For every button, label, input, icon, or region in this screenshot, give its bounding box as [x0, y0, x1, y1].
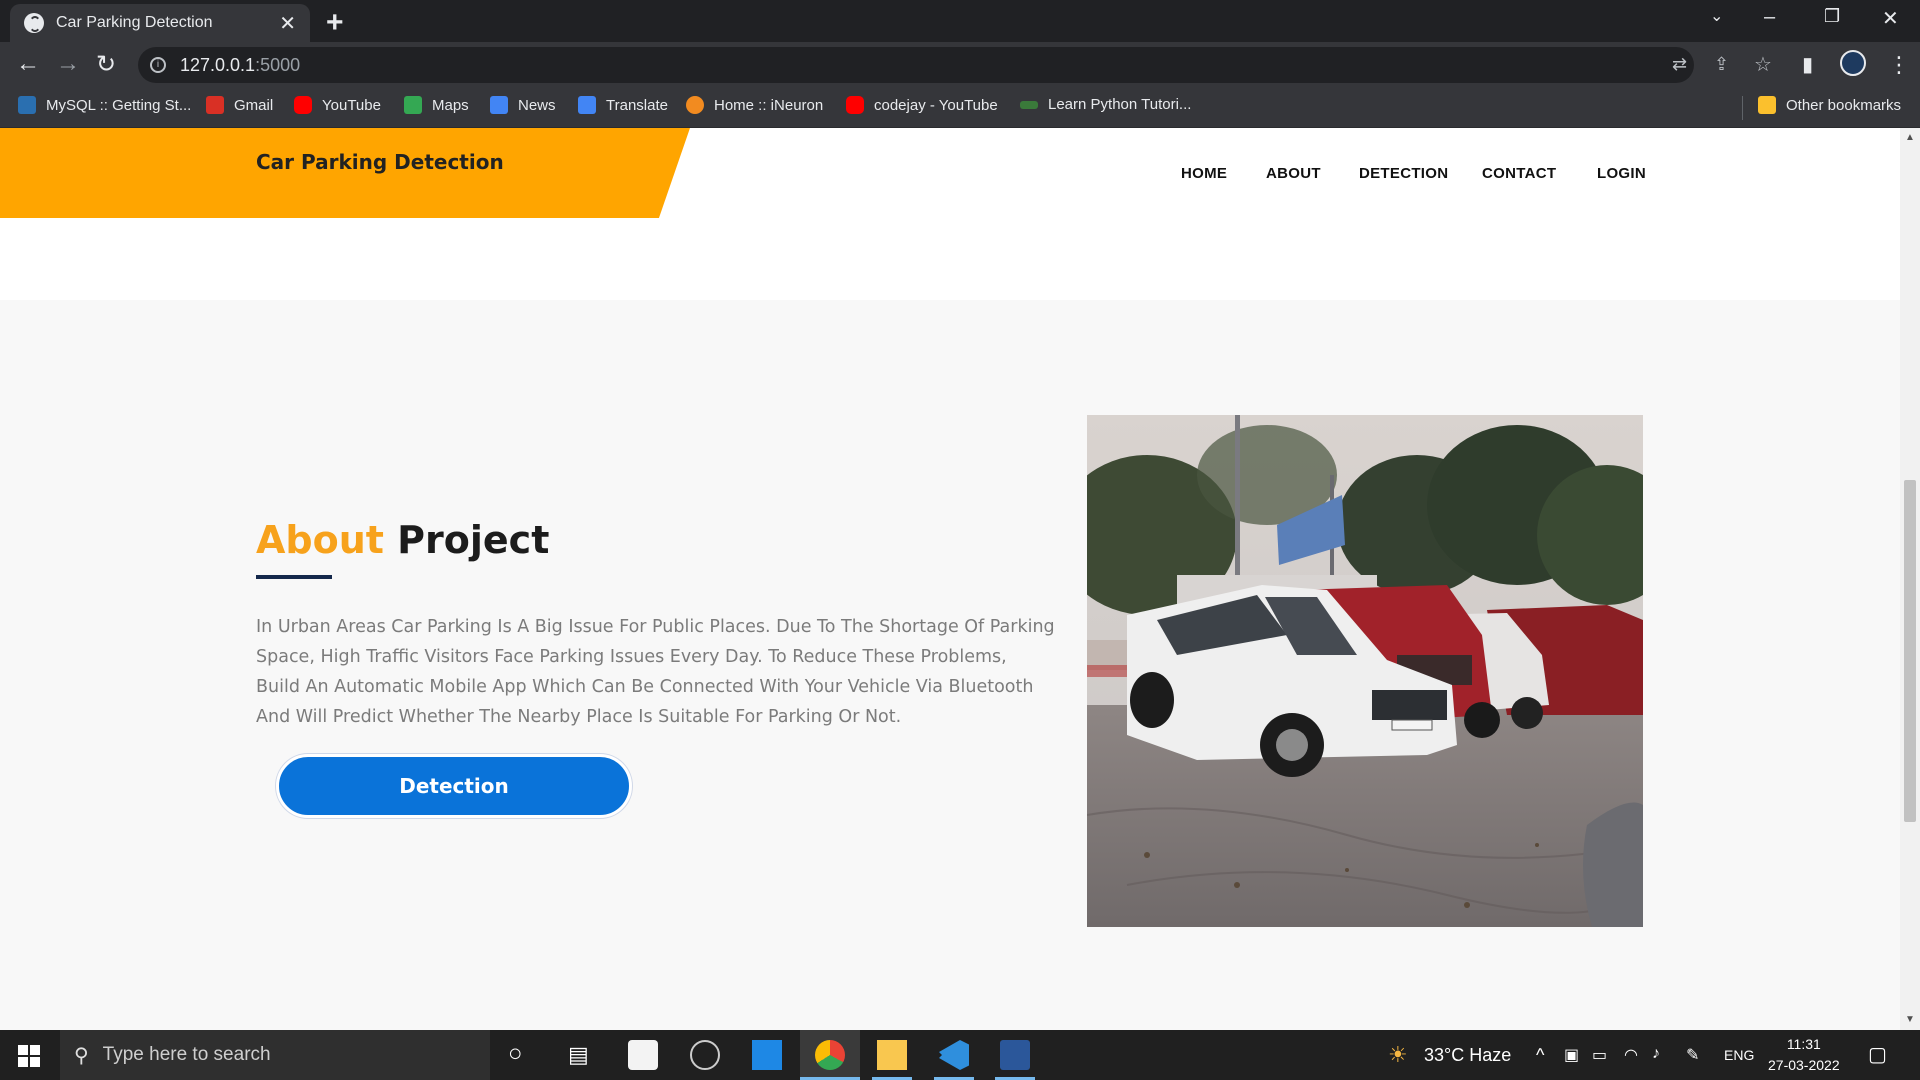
nav-detection[interactable]: DETECTION [1359, 165, 1448, 182]
nav-about[interactable]: ABOUT [1266, 165, 1321, 182]
restore-icon[interactable]: ❐ [1824, 6, 1840, 27]
close-tab-icon[interactable]: ✕ [279, 11, 296, 36]
minimize-icon[interactable]: – [1764, 6, 1775, 29]
maps-icon [404, 96, 422, 114]
new-tab-icon[interactable]: + [326, 6, 344, 40]
bookmark-youtube[interactable]: YouTube [294, 96, 381, 114]
mail-icon[interactable] [752, 1040, 782, 1070]
header-spacer [0, 218, 1900, 300]
clock-time: 11:31 [1786, 1036, 1821, 1052]
task-view-icon[interactable]: ▤ [568, 1042, 589, 1068]
site-header: Car Parking Detection HOME ABOUT DETECTI… [0, 128, 1900, 218]
taskbar-search[interactable]: ⚲ Type here to search [60, 1030, 490, 1080]
mysql-icon [18, 96, 36, 114]
bookmark-ineuron[interactable]: Home :: iNeuron [686, 96, 823, 114]
python-icon [1020, 100, 1038, 109]
back-icon[interactable]: ← [16, 50, 40, 78]
volume-icon[interactable]: ♪ [1652, 1045, 1660, 1063]
bookmark-gmail[interactable]: Gmail [206, 96, 273, 114]
notification-icon[interactable]: ▢ [1868, 1042, 1887, 1067]
browser-toolbar: ← → ↻ i 127.0.0.1:5000 ⇄ [0, 42, 1920, 88]
youtube-icon [294, 96, 312, 114]
bookmark-news[interactable]: News [490, 96, 556, 114]
bookmark-learn-python[interactable]: Learn Python Tutori... [1020, 96, 1191, 113]
info-icon[interactable]: i [150, 57, 166, 73]
windows-start-icon[interactable] [18, 1045, 40, 1067]
bookmark-translate[interactable]: Translate [578, 96, 668, 114]
search-icon: ⚲ [74, 1044, 89, 1067]
pen-icon[interactable]: ✎ [1686, 1045, 1699, 1065]
bookmark-star-icon[interactable]: ☆ [1754, 52, 1772, 77]
dell-icon[interactable] [690, 1040, 720, 1070]
news-icon [490, 96, 508, 114]
tab-car-parking[interactable]: Car Parking Detection ✕ [10, 4, 310, 42]
site-brand[interactable]: Car Parking Detection [256, 150, 504, 174]
forward-icon[interactable]: → [56, 50, 80, 78]
menu-icon[interactable]: ⋮ [1888, 52, 1910, 78]
chevron-down-icon[interactable]: ⌄ [1710, 6, 1723, 26]
about-heading: About Project [256, 518, 550, 562]
windows-taskbar: ⚲ Type here to search ○ ▤ ☀ 33°C Haze ^ … [0, 1030, 1920, 1080]
heading-underline [256, 575, 332, 579]
other-bookmarks[interactable]: Other bookmarks [1758, 96, 1901, 114]
address-bar[interactable]: i 127.0.0.1:5000 [138, 47, 1694, 83]
bookmark-maps[interactable]: Maps [404, 96, 469, 114]
url-text: 127.0.0.1:5000 [180, 54, 301, 75]
profile-avatar[interactable] [1840, 50, 1866, 76]
folder-icon [1758, 96, 1776, 114]
translate-icon[interactable]: ⇄ [1672, 54, 1687, 75]
web-page: Car Parking Detection HOME ABOUT DETECTI… [0, 128, 1900, 1030]
nav-contact[interactable]: CONTACT [1482, 165, 1556, 182]
browser-tab-bar: Car Parking Detection ✕ + ⌄ – ❐ ✕ [0, 0, 1920, 42]
page-scrollbar[interactable]: ▲ ▼ [1900, 128, 1920, 1030]
scroll-up-icon[interactable]: ▲ [1905, 132, 1915, 143]
scroll-thumb[interactable] [1904, 480, 1916, 822]
clock-date: 27-03-2022 [1768, 1057, 1840, 1073]
file-explorer-icon[interactable] [877, 1040, 907, 1070]
tab-title: Car Parking Detection [56, 14, 213, 31]
parking-lot-image [1087, 415, 1643, 927]
bookmark-codejay[interactable]: codejay - YouTube [846, 96, 998, 114]
side-panel-icon[interactable]: ▮ [1802, 52, 1813, 77]
chevron-up-icon[interactable]: ^ [1536, 1045, 1544, 1066]
chrome-icon[interactable] [815, 1040, 845, 1070]
detection-button[interactable]: Detection [276, 754, 632, 818]
word-icon[interactable] [1000, 1040, 1030, 1070]
share-icon[interactable]: ⇪ [1714, 54, 1729, 75]
bookmark-mysql[interactable]: MySQL :: Getting St... [18, 96, 191, 114]
bookmark-divider [1742, 96, 1743, 120]
gmail-icon [206, 96, 224, 114]
reload-icon[interactable]: ↻ [96, 50, 116, 79]
bookmarks-bar: MySQL :: Getting St... Gmail YouTube Map… [0, 88, 1920, 128]
meet-now-icon[interactable]: ▣ [1564, 1045, 1579, 1065]
store-icon[interactable] [628, 1040, 658, 1070]
about-description: In Urban Areas Car Parking Is A Big Issu… [256, 617, 1055, 727]
youtube-icon [846, 96, 864, 114]
globe-icon [24, 13, 44, 33]
vscode-icon[interactable] [939, 1040, 969, 1070]
scroll-down-icon[interactable]: ▼ [1905, 1014, 1915, 1025]
nav-home[interactable]: HOME [1181, 165, 1227, 182]
language-indicator[interactable]: ENG [1724, 1047, 1754, 1063]
close-window-icon[interactable]: ✕ [1882, 6, 1899, 31]
weather-text[interactable]: 33°C Haze [1424, 1045, 1511, 1066]
nav-login[interactable]: LOGIN [1597, 165, 1646, 182]
weather-icon[interactable]: ☀ [1388, 1042, 1408, 1068]
translate-bookmark-icon [578, 96, 596, 114]
cortana-icon[interactable]: ○ [508, 1040, 523, 1068]
ineuron-icon [686, 96, 704, 114]
system-clock[interactable]: 11:31 27-03-2022 [1768, 1034, 1840, 1076]
battery-icon[interactable]: ▭ [1592, 1045, 1607, 1065]
wifi-icon[interactable]: ◠ [1624, 1045, 1638, 1065]
